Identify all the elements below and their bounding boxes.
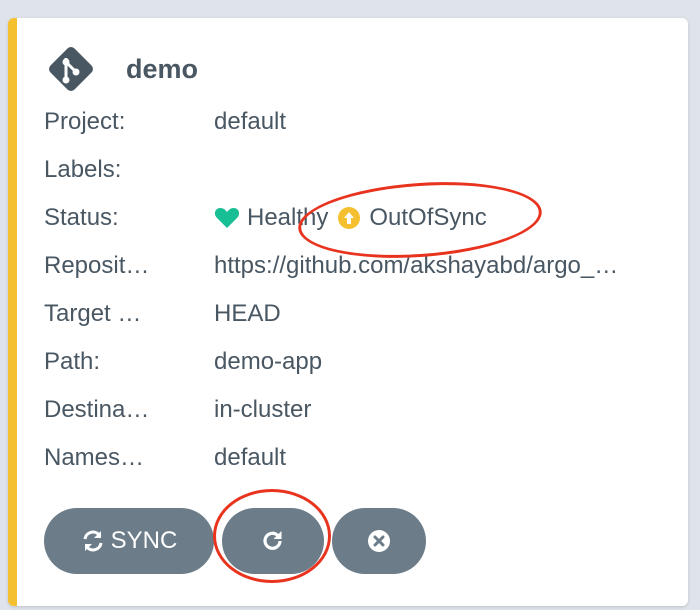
field-label: Target …	[44, 300, 142, 327]
namespace-value: default	[214, 444, 287, 471]
field-label: Reposit…	[44, 252, 150, 279]
row-labels: Labels:	[44, 146, 684, 194]
sync-button[interactable]: SYNC	[44, 508, 214, 574]
path-value: demo-app	[214, 348, 323, 375]
row-namespace: Names… default	[44, 434, 684, 482]
git-diamond-icon	[44, 42, 98, 96]
field-label: Names…	[44, 444, 145, 471]
app-name[interactable]: demo	[126, 54, 198, 85]
field-label: Project:	[44, 108, 126, 135]
delete-button[interactable]	[332, 508, 426, 574]
card-header: demo	[44, 42, 198, 96]
sync-icon	[81, 529, 105, 553]
health-status-text: Healthy	[247, 204, 329, 231]
project-value: default	[214, 108, 287, 135]
row-destination: Destina… in-cluster	[44, 386, 684, 434]
target-revision-value: HEAD	[214, 300, 281, 327]
destination-value: in-cluster	[214, 396, 312, 423]
row-path: Path: demo-app	[44, 338, 684, 386]
heart-icon	[214, 206, 240, 230]
sync-button-label: SYNC	[110, 527, 178, 554]
field-label: Status:	[44, 204, 119, 231]
repository-value[interactable]: https://github.com/akshayabd/argo_…	[214, 252, 684, 280]
application-card[interactable]: demo Project: default Labels: Status: He…	[8, 18, 688, 606]
card-actions: SYNC	[44, 508, 426, 574]
app-details: Project: default Labels: Status: Healthy	[44, 98, 684, 482]
field-label: Labels:	[44, 156, 122, 183]
row-project: Project: default	[44, 98, 684, 146]
status-accent-bar	[8, 18, 17, 606]
refresh-icon	[260, 528, 286, 554]
sync-status-text: OutOfSync	[369, 204, 487, 231]
status-value: Healthy OutOfSync	[214, 204, 684, 232]
field-label: Path:	[44, 348, 101, 375]
row-repository: Reposit… https://github.com/akshayabd/ar…	[44, 242, 684, 290]
row-target-revision: Target … HEAD	[44, 290, 684, 338]
arrow-up-circle-icon	[336, 206, 362, 230]
field-label: Destina…	[44, 396, 150, 423]
refresh-button[interactable]	[222, 508, 324, 574]
close-circle-icon	[367, 529, 391, 553]
row-status: Status: Healthy OutOfSync	[44, 194, 684, 242]
